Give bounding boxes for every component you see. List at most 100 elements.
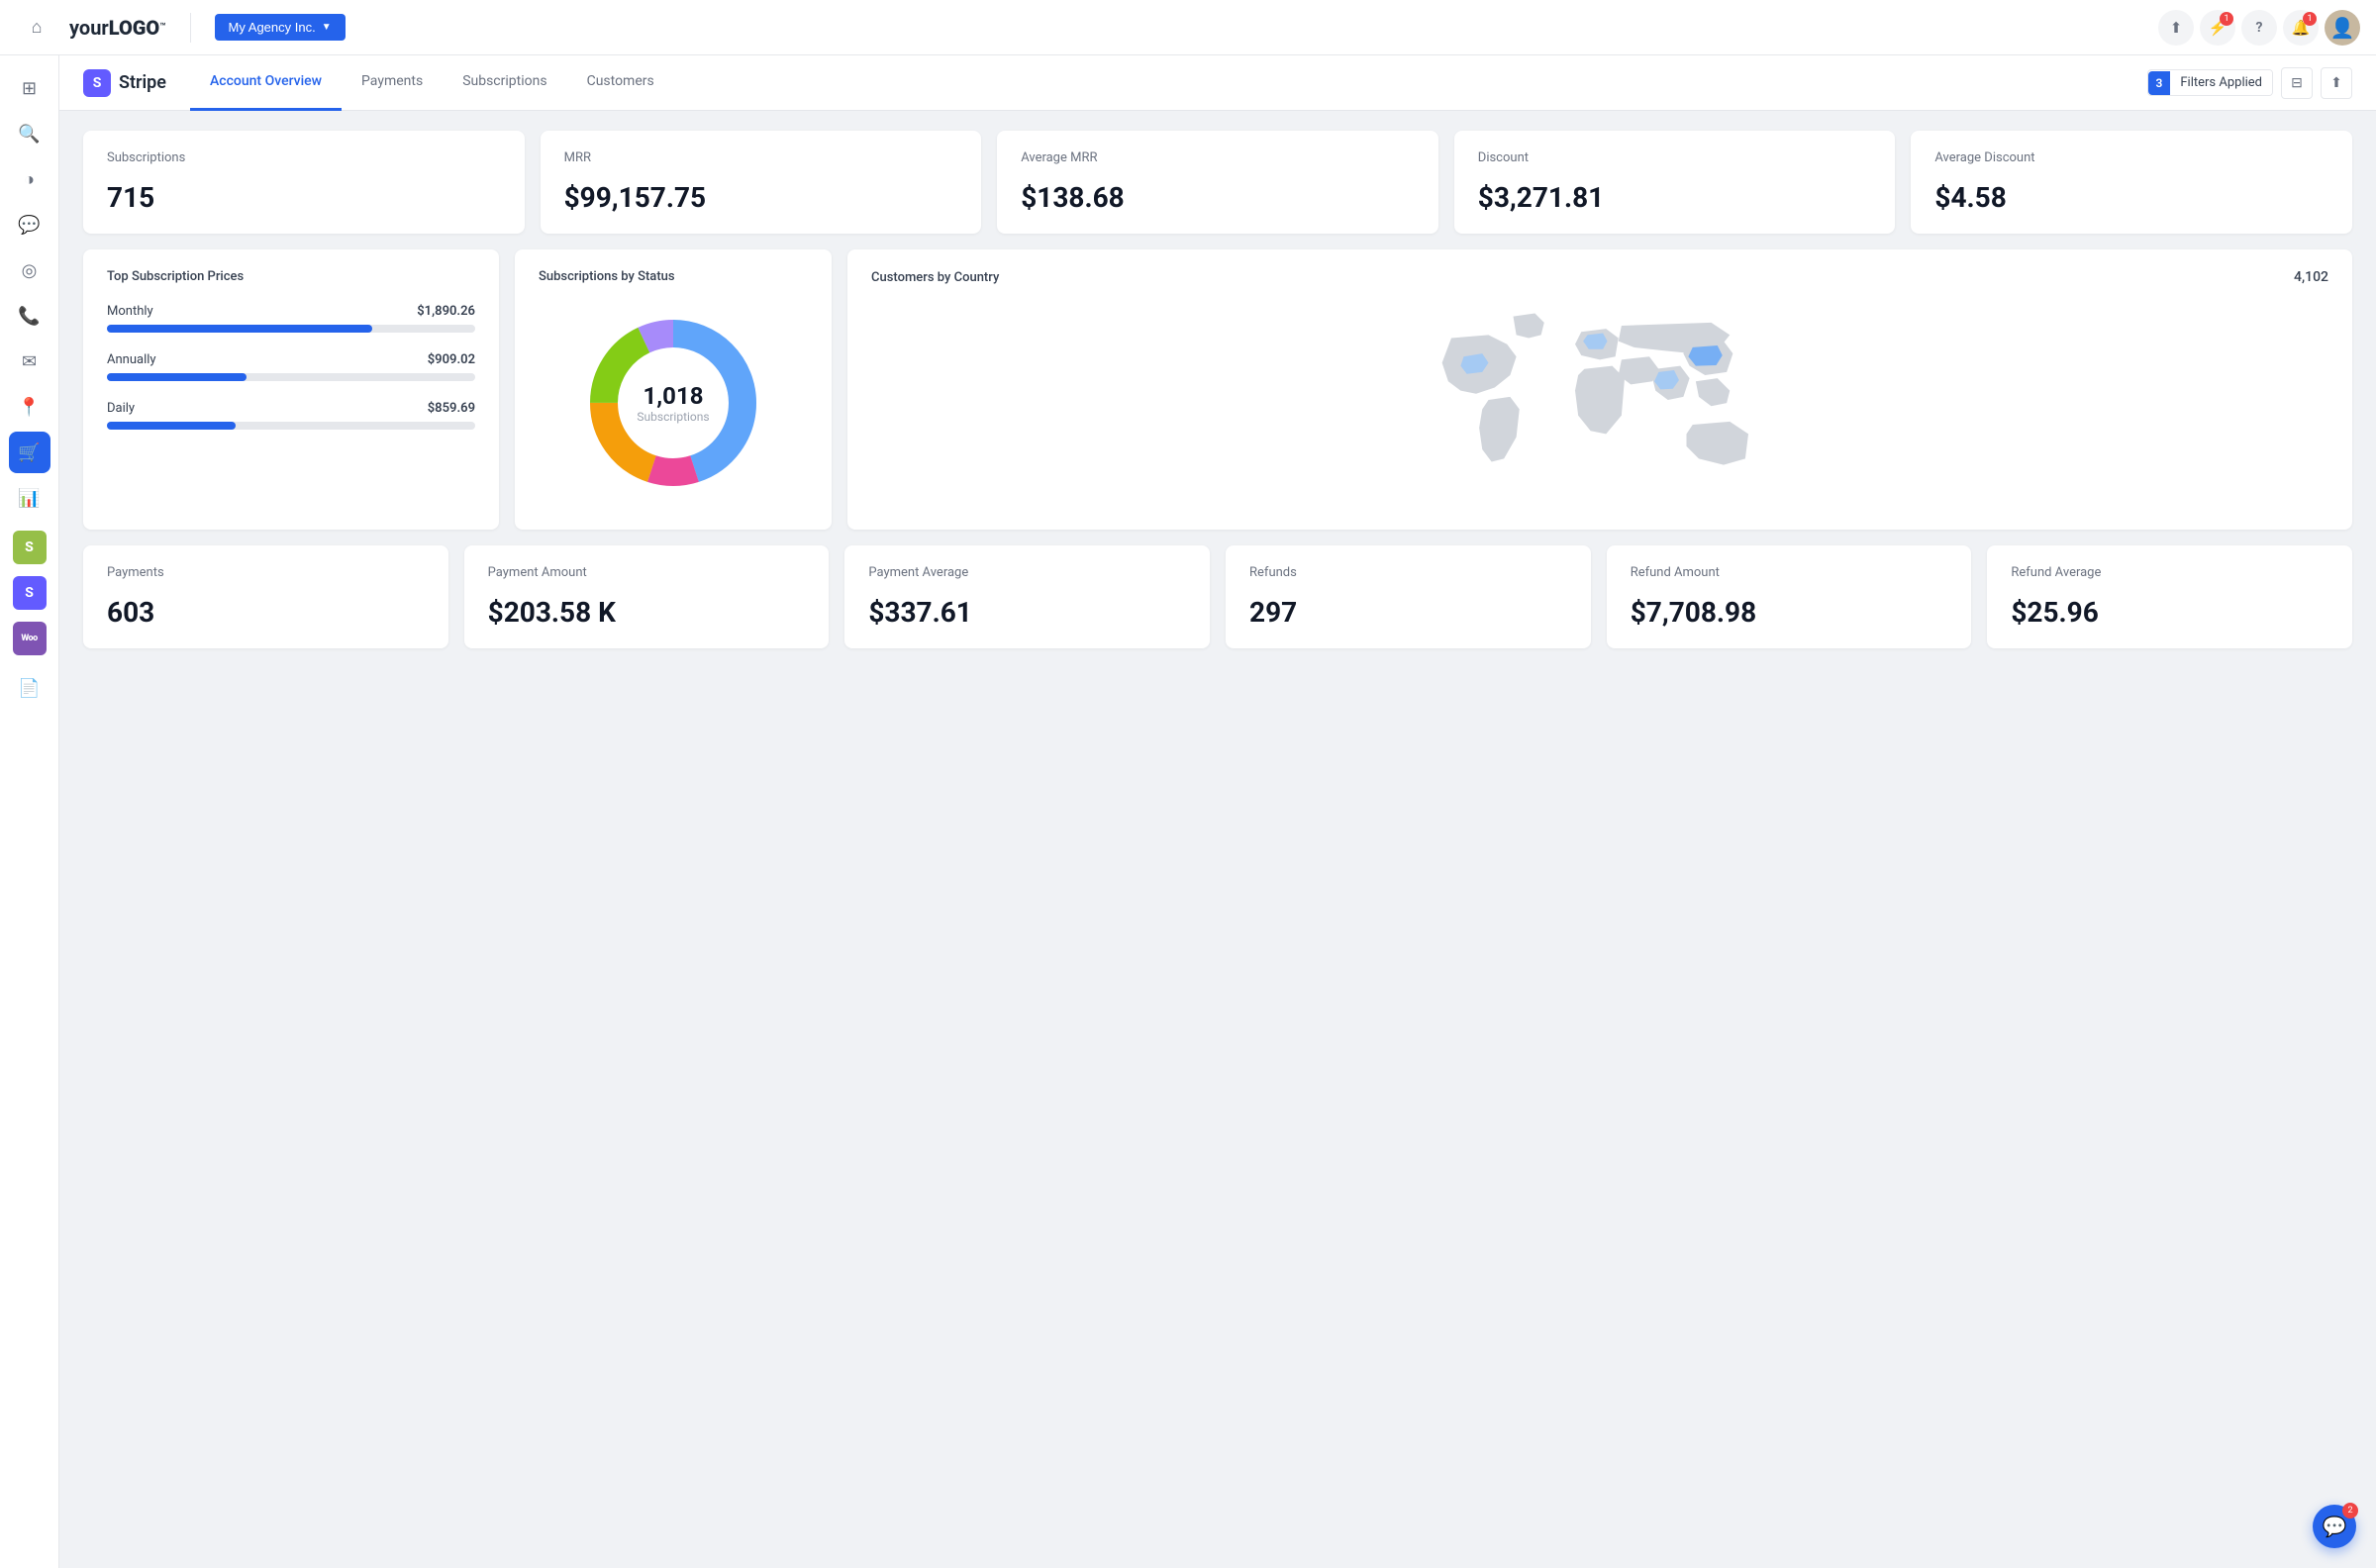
metric-label-refund-average: Refund Average <box>2011 565 2328 580</box>
metric-card-subscriptions: Subscriptions 715 <box>83 131 525 234</box>
help-icon-btn[interactable]: ? <box>2241 10 2277 46</box>
tab-customers-label: Customers <box>587 73 654 89</box>
bar-fill-annually <box>107 373 247 381</box>
main-layout: ⊞ 🔍 ◑ 💬 ◎ 📞 ✉ 📍 🛒 📊 S S Woo 📄 S Stripe <box>0 55 2376 1568</box>
agency-caret: ▼ <box>322 22 332 33</box>
metric-card-payment-average: Payment Average $337.61 <box>844 545 1210 648</box>
home-button[interactable]: ⌂ <box>16 7 57 49</box>
metric-value-payment-average: $337.61 <box>868 596 1186 629</box>
bar-fill-daily <box>107 422 236 430</box>
tab-customers[interactable]: Customers <box>567 55 674 111</box>
metric-value-discount: $3,271.81 <box>1478 181 1872 214</box>
filter-applied-button[interactable]: 3 Filters Applied <box>2147 69 2273 96</box>
sub-header-actions: 3 Filters Applied ⊟ ⬆ <box>2147 67 2352 99</box>
bar-label-monthly: Monthly <box>107 304 153 319</box>
help-icon: ? <box>2256 20 2263 36</box>
sidebar-item-chart[interactable]: ◑ <box>9 158 50 200</box>
bar-value-annually: $909.02 <box>428 352 475 367</box>
metric-label-refunds: Refunds <box>1249 565 1567 580</box>
sidebar-item-woo[interactable]: Woo <box>13 622 47 655</box>
tab-account-overview[interactable]: Account Overview <box>190 55 342 111</box>
sidebar-item-target[interactable]: ◎ <box>9 249 50 291</box>
sidebar-item-file[interactable]: 📄 <box>9 667 50 709</box>
sidebar-item-shopify[interactable]: S <box>13 531 47 564</box>
sidebar-item-location[interactable]: 📍 <box>9 386 50 428</box>
metric-value-refunds: 297 <box>1249 596 1567 629</box>
agency-button[interactable]: My Agency Inc. ▼ <box>215 14 346 41</box>
metric-label-subscriptions: Subscriptions <box>107 150 501 165</box>
tab-payments[interactable]: Payments <box>342 55 443 111</box>
metric-card-payment-amount: Payment Amount $203.58 K <box>464 545 830 648</box>
metric-label-refund-amount: Refund Amount <box>1631 565 1948 580</box>
bar-item-annually: Annually $909.02 <box>107 352 475 381</box>
stripe-logo: S Stripe <box>83 69 166 97</box>
metric-card-discount: Discount $3,271.81 <box>1454 131 1896 234</box>
metric-label-payment-amount: Payment Amount <box>488 565 806 580</box>
upload-icon-btn[interactable]: ⬆ <box>2158 10 2194 46</box>
donut-chart-card: Subscriptions by Status <box>515 249 832 530</box>
sub-header: S Stripe Account Overview Payments Subsc… <box>59 55 2376 111</box>
nav-tabs: Account Overview Payments Subscriptions … <box>190 55 2147 111</box>
bar-value-monthly: $1,890.26 <box>417 304 475 319</box>
header-icons: ⬆ ⚡ 1 ? 🔔 1 👤 <box>2158 10 2360 46</box>
metric-value-avg-discount: $4.58 <box>1934 181 2328 214</box>
filter-settings-icon-btn[interactable]: ⊟ <box>2281 67 2313 99</box>
bell-icon-btn[interactable]: 🔔 1 <box>2283 10 2319 46</box>
bar-header-monthly: Monthly $1,890.26 <box>107 304 475 319</box>
logo-bold: LOGO <box>109 16 159 40</box>
map-chart-title-row: Customers by Country 4,102 <box>871 269 2328 285</box>
metric-label-avg-discount: Average Discount <box>1934 150 2328 165</box>
sidebar-item-stripe[interactable]: S <box>13 576 47 610</box>
sidebar-item-grid[interactable]: ⊞ <box>9 67 50 109</box>
bar-label-annually: Annually <box>107 352 156 367</box>
metric-value-payment-amount: $203.58 K <box>488 596 806 629</box>
agency-label: My Agency Inc. <box>229 20 316 35</box>
metric-label-avg-mrr: Average MRR <box>1021 150 1415 165</box>
sidebar-item-analytics[interactable]: 📊 <box>9 477 50 519</box>
bottom-metric-row: Payments 603 Payment Amount $203.58 K Pa… <box>83 545 2352 648</box>
metric-value-mrr: $99,157.75 <box>564 181 958 214</box>
bar-track-daily <box>107 422 475 430</box>
avatar[interactable]: 👤 <box>2325 10 2360 46</box>
stripe-name: Stripe <box>119 72 166 93</box>
charts-row: Top Subscription Prices Monthly $1,890.2… <box>83 249 2352 530</box>
upload-icon: ⬆ <box>2170 19 2183 37</box>
metric-card-avg-discount: Average Discount $4.58 <box>1911 131 2352 234</box>
bar-track-annually <box>107 373 475 381</box>
metric-card-refunds: Refunds 297 <box>1226 545 1591 648</box>
filter-applied-text: Filters Applied <box>2170 70 2272 95</box>
tab-account-overview-label: Account Overview <box>210 73 322 89</box>
share-icon-btn[interactable]: ⬆ <box>2321 67 2352 99</box>
chat-bubble-icon: 💬 <box>2323 1515 2347 1538</box>
donut-center-label: Subscriptions <box>637 410 709 424</box>
bar-header-daily: Daily $859.69 <box>107 401 475 416</box>
logo-tm: ™ <box>159 22 165 33</box>
bar-header-annually: Annually $909.02 <box>107 352 475 367</box>
metric-value-payments: 603 <box>107 596 425 629</box>
sidebar-item-cart[interactable]: 🛒 <box>9 432 50 473</box>
sidebar-item-phone[interactable]: 📞 <box>9 295 50 337</box>
map-container <box>871 301 2328 499</box>
lightning-icon-btn[interactable]: ⚡ 1 <box>2200 10 2235 46</box>
world-map-svg <box>871 301 2328 499</box>
bar-value-daily: $859.69 <box>428 401 475 416</box>
stripe-letter: S <box>93 75 102 91</box>
filter-count-badge: 3 <box>2148 71 2171 95</box>
header-divider <box>190 13 191 43</box>
metric-value-avg-mrr: $138.68 <box>1021 181 1415 214</box>
metric-value-refund-average: $25.96 <box>2011 596 2328 629</box>
metric-label-payments: Payments <box>107 565 425 580</box>
sidebar: ⊞ 🔍 ◑ 💬 ◎ 📞 ✉ 📍 🛒 📊 S S Woo 📄 <box>0 55 59 1568</box>
bar-track-monthly <box>107 325 475 333</box>
sidebar-item-search[interactable]: 🔍 <box>9 113 50 154</box>
chat-bubble-button[interactable]: 💬 2 <box>2313 1505 2356 1548</box>
bar-item-daily: Daily $859.69 <box>107 401 475 430</box>
metric-label-discount: Discount <box>1478 150 1872 165</box>
bar-chart-card: Top Subscription Prices Monthly $1,890.2… <box>83 249 499 530</box>
sidebar-item-mail[interactable]: ✉ <box>9 341 50 382</box>
sidebar-item-chat[interactable]: 💬 <box>9 204 50 245</box>
metric-label-mrr: MRR <box>564 150 958 165</box>
tab-subscriptions[interactable]: Subscriptions <box>443 55 566 111</box>
map-chart-count: 4,102 <box>2294 269 2328 285</box>
map-chart-title: Customers by Country <box>871 270 999 285</box>
